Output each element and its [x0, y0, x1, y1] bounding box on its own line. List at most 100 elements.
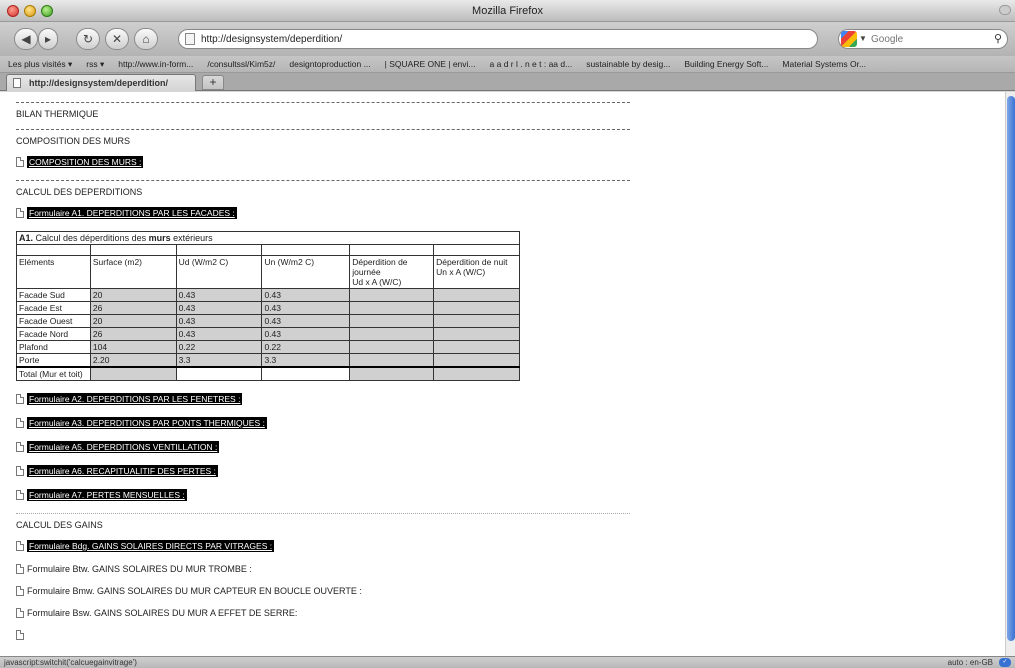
table-header-cell: Ud (W/m2 C)	[175, 255, 263, 289]
formulaire-link[interactable]: Formulaire A2. DEPERDITIONS PAR LES FENE…	[27, 393, 243, 405]
url-bar[interactable]: http://designsystem/deperdition/ ☆ ▼	[178, 29, 987, 49]
bookmark-item[interactable]: Les plus visités ▾	[8, 59, 72, 70]
value-cell[interactable]	[433, 288, 520, 302]
value-cell[interactable]: 3.3	[261, 353, 351, 368]
value-cell[interactable]: 0.43	[175, 327, 263, 341]
new-tab-button[interactable]: +	[202, 75, 224, 90]
value-cell[interactable]: 2.20	[89, 353, 177, 368]
table-header-cell: Déperdition de nuit Un x A (W/C)	[433, 255, 520, 289]
table-row: Facade Ouest 20 0.43 0.43	[16, 314, 520, 328]
value-cell[interactable]: 0.43	[175, 301, 263, 315]
search-input[interactable]	[871, 33, 991, 46]
table-row: Porte 2.20 3.3 3.3	[16, 353, 520, 368]
value-cell[interactable]: 26	[89, 327, 177, 341]
value-cell[interactable]	[433, 301, 520, 315]
value-cell[interactable]	[349, 301, 435, 315]
forward-button[interactable]: ▸	[38, 28, 58, 50]
document-icon	[16, 466, 24, 476]
value-cell[interactable]	[433, 327, 520, 341]
document-icon	[16, 418, 24, 428]
page-icon	[185, 33, 195, 45]
value-cell[interactable]: 0.43	[175, 288, 263, 302]
link-row: Formulaire A5. DEPERDITIONS VENTILLATION…	[16, 441, 1005, 453]
value-cell[interactable]	[349, 340, 435, 354]
formulaire-link[interactable]: Formulaire A5. DEPERDITIONS VENTILLATION…	[27, 441, 220, 453]
divider	[16, 513, 630, 514]
value-cell[interactable]: 20	[89, 314, 177, 328]
bookmark-item[interactable]: designtoproduction ...	[289, 59, 370, 69]
composition-link-row: COMPOSITION DES MURS :	[16, 156, 1005, 168]
status-text: javascript:switchit('calcuegainvitrage')	[4, 658, 137, 667]
value-cell[interactable]	[433, 353, 520, 368]
value-cell[interactable]: 0.22	[175, 340, 263, 354]
value-cell[interactable]: 26	[89, 301, 177, 315]
formulaire-link[interactable]: Formulaire Bmw. GAINS SOLAIRES DU MUR CA…	[27, 586, 362, 596]
table-caption: A1. Calcul des déperditions des murs ext…	[16, 231, 520, 245]
table-header-row: Eléments Surface (m2) Ud (W/m2 C) Un (W/m2 …	[16, 255, 520, 289]
value-cell[interactable]: 0.43	[261, 314, 351, 328]
link-row: Formulaire Bsw. GAINS SOLAIRES DU MUR A …	[16, 608, 1005, 618]
addon-status-icon[interactable]: ✓	[999, 658, 1011, 667]
bookmarks-toolbar: Les plus visités ▾ rss ▾ http://www.in-for…	[0, 56, 1015, 73]
total-label: Total (Mur et toit)	[16, 366, 91, 381]
divider	[16, 102, 630, 103]
bookmark-item[interactable]: Material Systems Or...	[782, 59, 866, 69]
google-icon[interactable]	[841, 31, 857, 47]
link-row: Formulaire A3. DEPERDITIONS PAR PONTS TH…	[16, 417, 1005, 429]
link-row: Formulaire A7. PERTES MENSUELLES :	[16, 489, 1005, 501]
value-cell[interactable]: 3.3	[175, 353, 263, 368]
link-row-partial	[16, 630, 1005, 640]
back-button[interactable]: ◀	[14, 28, 38, 50]
element-name-cell: Plafond	[16, 340, 91, 354]
home-icon: ⌂	[142, 32, 150, 46]
value-cell[interactable]: 20	[89, 288, 177, 302]
value-cell[interactable]: 0.43	[261, 327, 351, 341]
value-cell[interactable]	[433, 314, 520, 328]
formulaire-link[interactable]: Formulaire A6. RECAPITUALITIF DES PERTES…	[27, 465, 218, 477]
value-cell[interactable]	[433, 340, 520, 354]
value-cell[interactable]	[349, 353, 435, 368]
bookmark-item[interactable]: Building Energy Soft...	[684, 59, 768, 69]
bookmark-item[interactable]: /consultssl/Kim5z/	[207, 59, 275, 69]
search-engine-dropdown-icon[interactable]: ▼	[859, 34, 867, 43]
vertical-scrollbar[interactable]	[1005, 92, 1015, 656]
toolbar-toggle-button[interactable]	[999, 5, 1011, 15]
bookmark-item[interactable]: sustainable by desig...	[586, 59, 670, 69]
element-name-cell: Facade Sud	[16, 288, 91, 302]
search-icon[interactable]: ⚲	[994, 32, 1002, 45]
bookmark-item[interactable]: rss ▾	[86, 59, 104, 70]
link-row: Formulaire A6. RECAPITUALITIF DES PERTES…	[16, 465, 1005, 477]
status-bar: javascript:switchit('calcuegainvitrage')…	[0, 656, 1015, 668]
value-cell[interactable]	[349, 327, 435, 341]
tab-designsystem[interactable]: http://designsystem/deperdition/	[6, 74, 196, 91]
bookmark-item[interactable]: | SQUARE ONE | envi...	[385, 59, 476, 69]
stop-button[interactable]: ✕	[105, 28, 129, 50]
scrollbar-thumb[interactable]	[1007, 96, 1015, 641]
value-cell[interactable]: 0.43	[261, 301, 351, 315]
value-cell[interactable]	[349, 314, 435, 328]
value-cell[interactable]: 0.43	[261, 288, 351, 302]
formulaire-link[interactable]: Formulaire Btw. GAINS SOLAIRES DU MUR TR…	[27, 564, 252, 574]
document-icon	[16, 564, 24, 574]
title-bar: Mozilla Firefox	[0, 0, 1015, 22]
reload-button[interactable]: ↻	[76, 28, 100, 50]
bookmark-item[interactable]: a a d r l . n e t : aa d...	[490, 59, 573, 69]
table-header-cell: Un (W/m2 C)	[261, 255, 351, 289]
bookmark-item[interactable]: http://www.in-form...	[118, 59, 193, 69]
spellcheck-language[interactable]: auto : en-GB	[948, 658, 993, 667]
search-box[interactable]: ▼ ⚲	[838, 29, 1008, 49]
table-total-row: Total (Mur et toit)	[16, 366, 520, 381]
formulaire-link[interactable]: Formulaire A3. DEPERDITIONS PAR PONTS TH…	[27, 417, 267, 429]
table-row: Plafond 104 0.22 0.22	[16, 340, 520, 354]
value-cell[interactable]: 0.43	[175, 314, 263, 328]
composition-link[interactable]: COMPOSITION DES MURS :	[27, 156, 144, 168]
value-cell[interactable]	[349, 288, 435, 302]
formulaire-bdg-link[interactable]: Formulaire Bdg. GAINS SOLAIRES DIRECTS P…	[27, 540, 275, 552]
home-button[interactable]: ⌂	[134, 28, 158, 50]
formulaire-a1-link[interactable]: Formulaire A1. DEPERDITIONS PAR LES FACA…	[27, 207, 237, 219]
value-cell[interactable]: 0.22	[261, 340, 351, 354]
formulaire-link[interactable]: Formulaire A7. PERTES MENSUELLES :	[27, 489, 187, 501]
forward-arrow-icon: ▸	[44, 32, 52, 46]
value-cell[interactable]: 104	[89, 340, 177, 354]
formulaire-link[interactable]: Formulaire Bsw. GAINS SOLAIRES DU MUR A …	[27, 608, 297, 618]
